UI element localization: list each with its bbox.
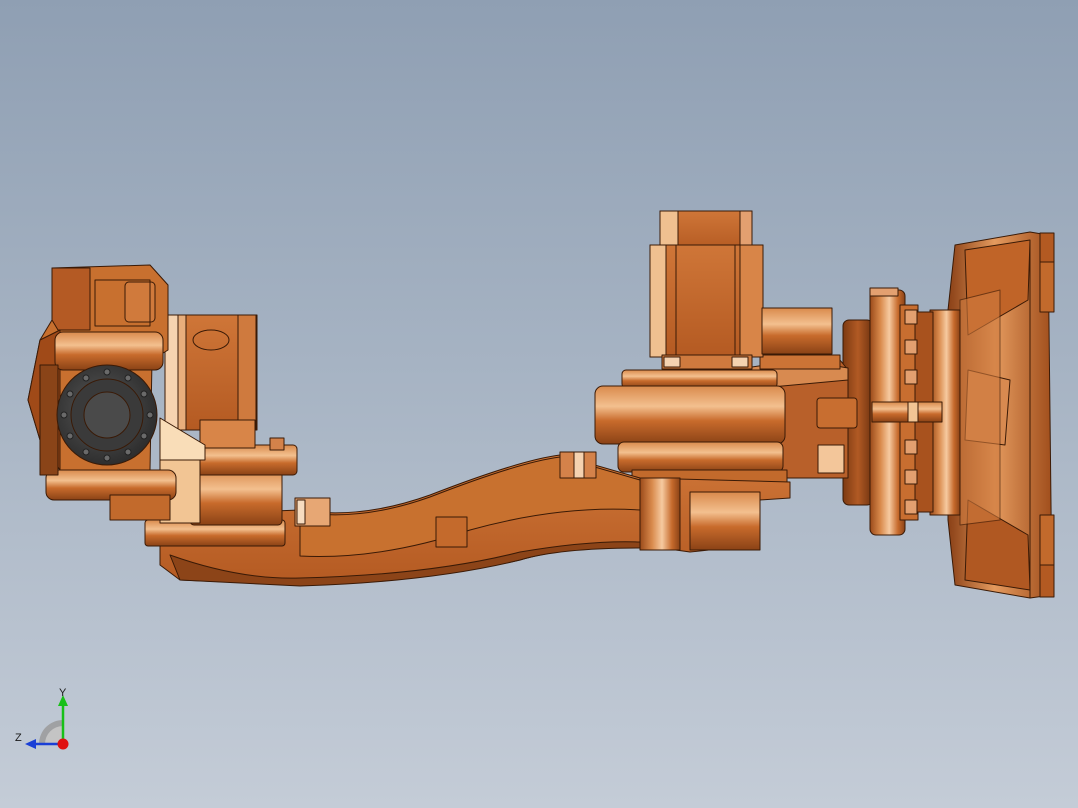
triad-graphic	[25, 695, 69, 750]
base-flange	[929, 231, 1055, 599]
cad-viewport[interactable]: Y Z	[0, 0, 1078, 808]
robot-arm-model[interactable]	[0, 0, 1078, 808]
shoulder-motor	[649, 210, 833, 370]
coordinate-triad[interactable]: Y Z	[10, 686, 80, 756]
turret-disc	[842, 287, 943, 536]
x-axis-dot	[57, 738, 69, 750]
wrist-motor-face	[56, 364, 158, 466]
z-axis-label: Z	[15, 732, 22, 744]
y-axis-label: Y	[59, 687, 67, 699]
